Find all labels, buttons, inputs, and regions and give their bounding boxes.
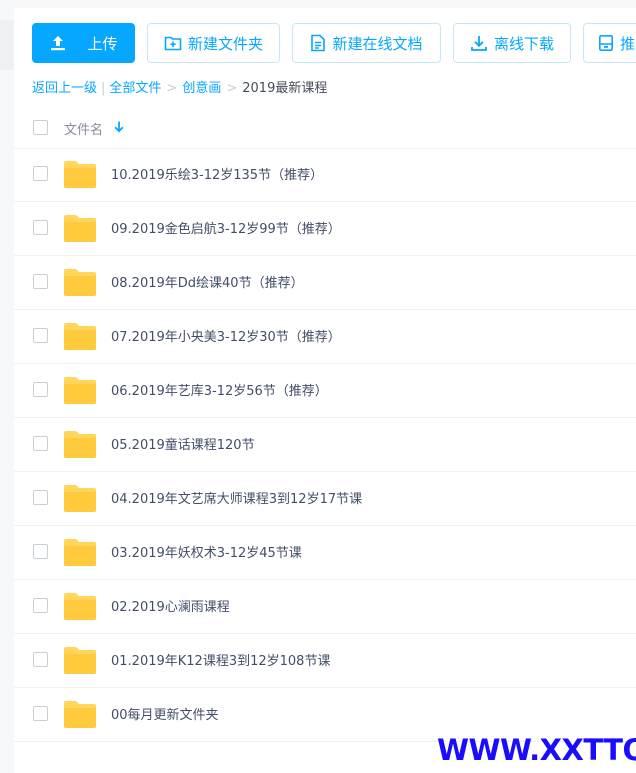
breadcrumb-item-all-files[interactable]: 全部文件 (109, 80, 161, 98)
folder-icon (64, 214, 96, 246)
row-checkbox[interactable] (33, 328, 48, 343)
upload-label: 上传 (87, 34, 118, 53)
file-name[interactable]: 07.2019年小央美3-12岁30节（推荐） (111, 326, 341, 345)
folder-icon (64, 700, 96, 732)
new-folder-label: 新建文件夹 (187, 34, 263, 53)
row-checkbox[interactable] (33, 166, 48, 181)
top-strip (0, 0, 636, 8)
file-name[interactable]: 01.2019年K12课程3到12岁108节课 (111, 650, 330, 669)
row-checkbox[interactable] (33, 220, 48, 235)
more-actions-label: 推 (620, 34, 636, 53)
file-name[interactable]: 04.2019年文艺席大师课程3到12岁17节课 (111, 488, 362, 507)
left-sidebar-edge (0, 8, 14, 773)
toolbar: 上传 新建文件夹 新建在线文档 离线下载 推 (32, 23, 636, 63)
file-list-header: 文件名 (14, 110, 636, 149)
breadcrumb-current: 2019最新课程 (242, 81, 328, 96)
file-row[interactable]: 10.2019乐绘3-12岁135节（推荐） (14, 148, 636, 202)
row-checkbox[interactable] (33, 598, 48, 613)
file-name[interactable]: 02.2019心澜雨课程 (111, 596, 230, 615)
more-actions-button[interactable]: 推 (583, 23, 636, 63)
file-name[interactable]: 10.2019乐绘3-12岁135节（推荐） (111, 164, 323, 183)
row-checkbox[interactable] (33, 274, 48, 289)
file-row[interactable]: 01.2019年K12课程3到12岁108节课 (14, 634, 636, 688)
column-header-filename[interactable]: 文件名 (64, 119, 103, 138)
row-checkbox[interactable] (33, 544, 48, 559)
file-row[interactable]: 04.2019年文艺席大师课程3到12岁17节课 (14, 472, 636, 526)
row-checkbox[interactable] (33, 490, 48, 505)
breadcrumb-divider: | (101, 81, 106, 96)
folder-icon (64, 592, 96, 624)
folder-icon (64, 430, 96, 462)
folder-icon (64, 646, 96, 678)
new-online-doc-label: 新建在线文档 (332, 34, 423, 53)
file-row[interactable]: 07.2019年小央美3-12岁30节（推荐） (14, 310, 636, 364)
folder-icon (64, 322, 96, 354)
upload-icon (49, 34, 67, 52)
file-manager-page: 上传 新建文件夹 新建在线文档 离线下载 推 返回上一级 | 全部文件 > 创意… (0, 0, 636, 773)
folder-icon (64, 538, 96, 570)
new-folder-button[interactable]: 新建文件夹 (147, 23, 280, 63)
file-row[interactable]: 06.2019年艺库3-12岁56节（推荐） (14, 364, 636, 418)
folder-plus-icon (164, 34, 182, 52)
breadcrumb: 返回上一级 | 全部文件 > 创意画 > 2019最新课程 (32, 80, 327, 98)
row-checkbox[interactable] (33, 436, 48, 451)
upload-button[interactable]: 上传 (32, 23, 135, 63)
file-name[interactable]: 08.2019年Dd绘课40节（推荐） (111, 272, 304, 291)
file-row[interactable]: 09.2019金色启航3-12岁99节（推荐） (14, 202, 636, 256)
breadcrumb-item-creative-drawing[interactable]: 创意画 (182, 80, 221, 98)
file-list: 10.2019乐绘3-12岁135节（推荐） 09.2019金色启航3-12岁99… (14, 148, 636, 742)
file-name[interactable]: 09.2019金色启航3-12岁99节（推荐） (111, 218, 341, 237)
file-row[interactable]: 02.2019心澜雨课程 (14, 580, 636, 634)
file-name[interactable]: 05.2019童话课程120节 (111, 434, 255, 453)
download-icon (470, 34, 488, 52)
file-row[interactable]: 08.2019年Dd绘课40节（推荐） (14, 256, 636, 310)
arrow-down-icon[interactable] (113, 119, 125, 138)
breadcrumb-separator: > (226, 81, 238, 96)
watermark: WWW.XXTTQ.COM (437, 733, 636, 767)
row-checkbox[interactable] (33, 652, 48, 667)
file-name[interactable]: 00每月更新文件夹 (111, 704, 219, 723)
offline-download-label: 离线下载 (493, 34, 554, 53)
file-name[interactable]: 03.2019年妖权术3-12岁45节课 (111, 542, 302, 561)
select-all-checkbox[interactable] (33, 120, 48, 135)
file-row[interactable]: 05.2019童话课程120节 (14, 418, 636, 472)
folder-icon (64, 160, 96, 192)
breadcrumb-separator: > (166, 81, 178, 96)
sidebar-selected-item[interactable] (0, 20, 14, 70)
row-checkbox[interactable] (33, 706, 48, 721)
row-checkbox[interactable] (33, 382, 48, 397)
document-icon (310, 34, 326, 52)
offline-download-button[interactable]: 离线下载 (453, 23, 571, 63)
folder-icon (64, 268, 96, 300)
new-online-doc-button[interactable]: 新建在线文档 (292, 23, 441, 63)
folder-icon (64, 484, 96, 516)
file-row[interactable]: 03.2019年妖权术3-12岁45节课 (14, 526, 636, 580)
folder-icon (64, 376, 96, 408)
file-name[interactable]: 06.2019年艺库3-12岁56节（推荐） (111, 380, 328, 399)
back-link[interactable]: 返回上一级 (32, 80, 97, 98)
save-icon (598, 34, 614, 52)
